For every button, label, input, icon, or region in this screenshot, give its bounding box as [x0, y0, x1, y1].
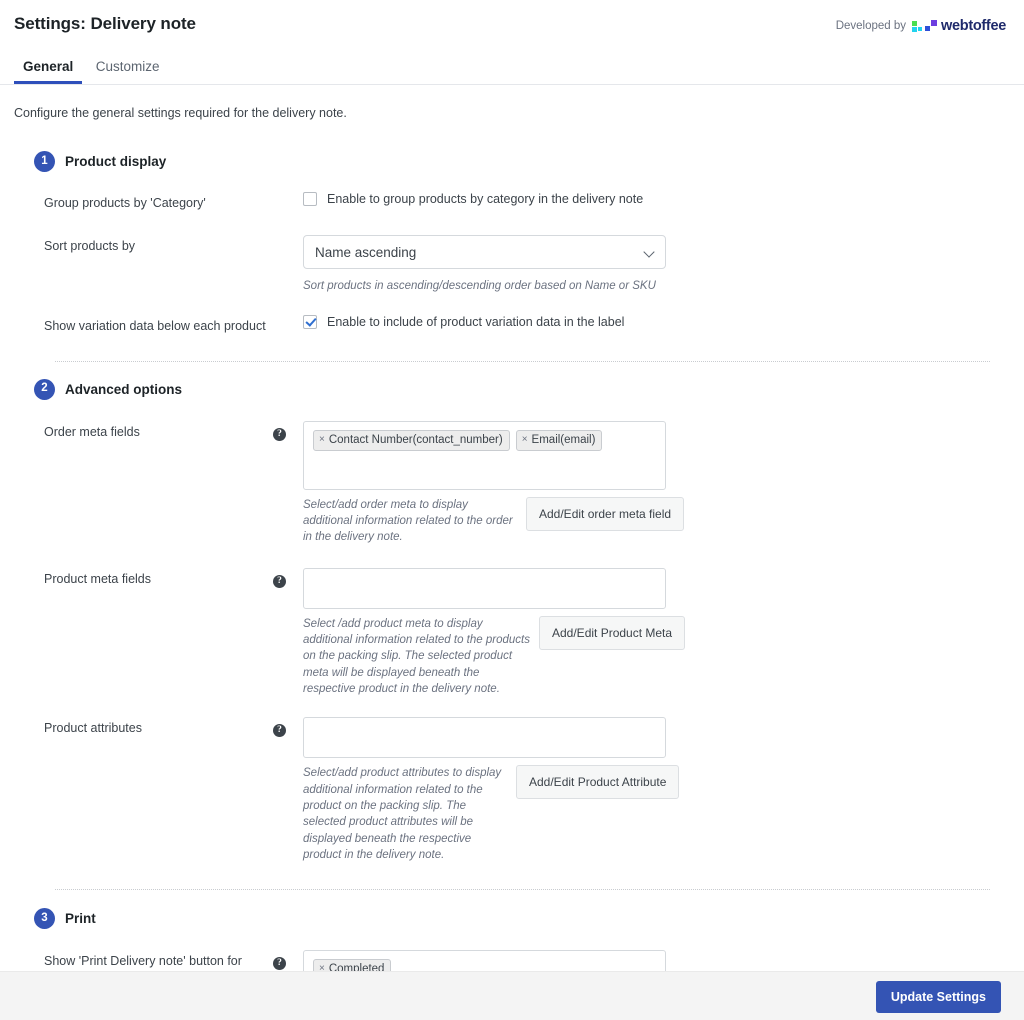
- row-help-slot: [273, 235, 303, 294]
- row-label: Product meta fields: [44, 568, 273, 698]
- row-label: Product attributes: [44, 717, 273, 863]
- row-label: Order meta fields: [44, 421, 273, 546]
- row-label: Group products by 'Category': [44, 192, 273, 212]
- token[interactable]: × Email(email): [516, 430, 603, 451]
- section-divider-2: [55, 889, 990, 890]
- row-field: Name ascending Sort products in ascendin…: [303, 235, 1024, 294]
- row-product-meta-fields: Product meta fields ? Select /add produc…: [0, 568, 1024, 698]
- product-attributes-hint: Select/add product attributes to display…: [303, 765, 508, 863]
- row-show-variation-data: Show variation data below each product E…: [0, 315, 1024, 335]
- row-field: Enable to include of product variation d…: [303, 315, 1024, 335]
- section-header: 1 Product display: [0, 151, 1024, 172]
- section-header: 2 Advanced options: [0, 379, 1024, 400]
- section-advanced-options: 2 Advanced options Order meta fields ? ×…: [0, 379, 1024, 864]
- row-help-slot: ?: [273, 421, 303, 546]
- footer-bar: Update Settings: [0, 971, 1024, 1020]
- tab-general[interactable]: General: [14, 52, 82, 83]
- token-remove-icon[interactable]: ×: [319, 434, 325, 447]
- update-settings-button[interactable]: Update Settings: [876, 981, 1001, 1013]
- intro-text: Configure the general settings required …: [0, 85, 1024, 120]
- show-variation-data-checkbox[interactable]: [303, 315, 317, 329]
- settings-tabs: General Customize: [0, 52, 1024, 85]
- group-by-category-checkbox[interactable]: [303, 192, 317, 206]
- product-meta-under-row: Select /add product meta to display addi…: [303, 616, 1024, 698]
- webtoffee-squares-icon: [912, 19, 938, 33]
- help-icon[interactable]: ?: [273, 428, 286, 441]
- add-edit-order-meta-field-button[interactable]: Add/Edit order meta field: [526, 497, 684, 531]
- page-header: Settings: Delivery note Developed by web…: [0, 0, 1024, 52]
- row-product-attributes: Product attributes ? Select/add product …: [0, 717, 1024, 863]
- add-edit-product-meta-button[interactable]: Add/Edit Product Meta: [539, 616, 685, 650]
- product-meta-hint: Select /add product meta to display addi…: [303, 616, 531, 698]
- section-divider-1: [55, 361, 990, 362]
- row-order-meta-fields: Order meta fields ? × Contact Number(con…: [0, 421, 1024, 546]
- webtoffee-wordmark: webtoffee: [941, 18, 1006, 34]
- section-number-badge: 1: [34, 151, 55, 172]
- product-attributes-token-input[interactable]: [303, 717, 666, 758]
- section-number-badge: 2: [34, 379, 55, 400]
- product-attributes-under-row: Select/add product attributes to display…: [303, 765, 1024, 863]
- section-title: Product display: [65, 154, 166, 169]
- order-meta-fields-token-input[interactable]: × Contact Number(contact_number) × Email…: [303, 421, 666, 490]
- developed-by-label: Developed by: [836, 20, 906, 32]
- chevron-down-icon: [643, 246, 654, 257]
- row-help-slot: ?: [273, 717, 303, 863]
- row-help-slot: [273, 192, 303, 212]
- help-icon[interactable]: ?: [273, 957, 286, 970]
- row-help-slot: [273, 315, 303, 335]
- group-by-category-label: Enable to group products by category in …: [327, 192, 643, 206]
- order-meta-hint: Select/add order meta to display additio…: [303, 497, 518, 546]
- section-title: Print: [65, 911, 96, 926]
- sort-products-by-select[interactable]: Name ascending: [303, 235, 666, 269]
- section-product-display: 1 Product display Group products by 'Cat…: [0, 151, 1024, 336]
- row-label: Sort products by: [44, 235, 273, 294]
- token-remove-icon[interactable]: ×: [522, 434, 528, 447]
- sort-products-by-hint: Sort products in ascending/descending or…: [303, 278, 1024, 294]
- section-number-badge: 3: [34, 908, 55, 929]
- group-by-category-checkbox-line[interactable]: Enable to group products by category in …: [303, 192, 1024, 206]
- page-title: Settings: Delivery note: [14, 14, 196, 34]
- token[interactable]: × Contact Number(contact_number): [313, 430, 510, 451]
- row-field: Enable to group products by category in …: [303, 192, 1024, 212]
- row-field: × Contact Number(contact_number) × Email…: [303, 421, 1024, 546]
- token-label: Email(email): [532, 433, 596, 447]
- section-header: 3 Print: [0, 908, 1024, 929]
- sort-products-by-value: Name ascending: [315, 245, 416, 260]
- developed-by-credit: Developed by webtoffee: [836, 18, 1006, 34]
- show-variation-data-label: Enable to include of product variation d…: [327, 315, 624, 329]
- order-meta-under-row: Select/add order meta to display additio…: [303, 497, 1024, 546]
- webtoffee-logo: webtoffee: [912, 18, 1006, 34]
- row-help-slot: ?: [273, 568, 303, 698]
- row-field: Select /add product meta to display addi…: [303, 568, 1024, 698]
- tab-customize[interactable]: Customize: [87, 52, 169, 83]
- row-group-products-by-category: Group products by 'Category' Enable to g…: [0, 192, 1024, 212]
- row-sort-products-by: Sort products by Name ascending Sort pro…: [0, 235, 1024, 294]
- show-variation-data-checkbox-line[interactable]: Enable to include of product variation d…: [303, 315, 1024, 329]
- row-label: Show variation data below each product: [44, 315, 273, 335]
- row-field: Select/add product attributes to display…: [303, 717, 1024, 863]
- help-icon[interactable]: ?: [273, 575, 286, 588]
- product-meta-fields-token-input[interactable]: [303, 568, 666, 609]
- help-icon[interactable]: ?: [273, 724, 286, 737]
- section-title: Advanced options: [65, 382, 182, 397]
- token-label: Contact Number(contact_number): [329, 433, 503, 447]
- add-edit-product-attribute-button[interactable]: Add/Edit Product Attribute: [516, 765, 679, 799]
